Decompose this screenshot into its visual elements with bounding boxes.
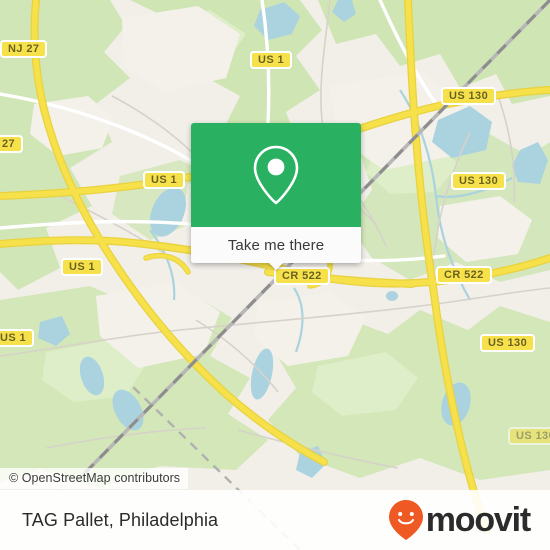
osm-attribution[interactable]: © OpenStreetMap contributors: [0, 468, 189, 489]
shield-us-1-a: US 1: [250, 51, 293, 69]
map-screen: NJ 27 US 1 US 130 27 US 1 US 130 US 1 CR…: [0, 0, 550, 550]
map-pin-icon: [253, 145, 299, 205]
shield-us-1-b: US 1: [143, 171, 186, 189]
shield-cr-522-b: CR 522: [436, 266, 492, 284]
footer-bar: TAG Pallet, Philadelphia moovit: [0, 490, 550, 550]
shield-us-130-d: US 130: [508, 427, 550, 445]
popup-action-bar[interactable]: Take me there: [191, 227, 361, 270]
moovit-pin-smiley-icon: [388, 500, 423, 540]
shield-us-130-b: US 130: [451, 172, 507, 190]
popup-arrow-pointer: [268, 262, 284, 270]
shield-us-1-c: US 1: [61, 258, 104, 276]
moovit-wordmark: moovit: [425, 501, 531, 539]
shield-us-1-d: US 1: [0, 329, 35, 347]
shield-27: 27: [0, 135, 24, 153]
destination-popup-card[interactable]: Take me there: [191, 123, 361, 270]
shield-us-130-c: US 130: [480, 334, 536, 352]
take-me-there-label: Take me there: [227, 236, 325, 254]
shield-nj-27: NJ 27: [0, 40, 48, 58]
moovit-logo[interactable]: moovit: [388, 499, 531, 541]
popup-pin-area: [191, 123, 361, 227]
place-title: TAG Pallet, Philadelphia: [22, 509, 219, 530]
shield-us-130-a: US 130: [441, 87, 497, 105]
